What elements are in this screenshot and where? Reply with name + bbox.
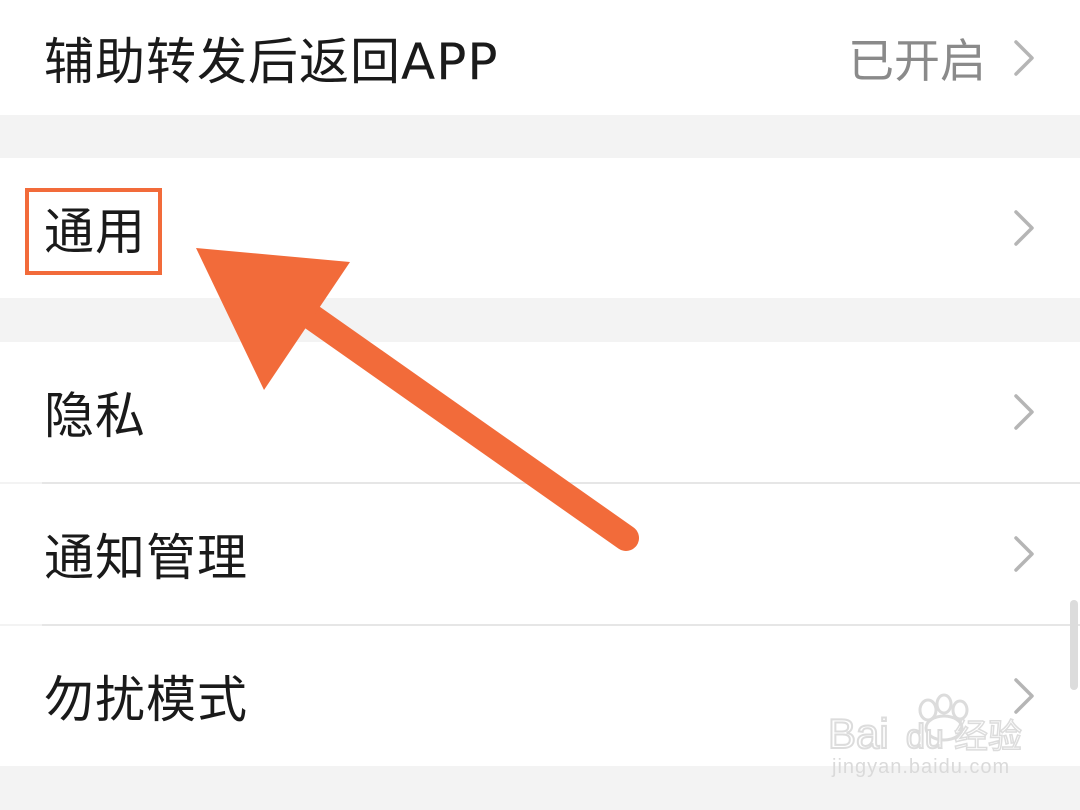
settings-row-privacy[interactable]: 隐私: [0, 342, 1080, 482]
chevron-right-icon: [1014, 394, 1034, 430]
row-label: 隐私: [44, 387, 146, 445]
baidu-jingyan-logo: Bai du 经验: [828, 693, 1023, 758]
annotation-highlight-box: [25, 188, 162, 275]
svg-text:Bai: Bai: [828, 710, 889, 757]
svg-text:经验: 经验: [954, 717, 1022, 757]
row-value-status: 已开启: [848, 33, 986, 88]
row-label: 辅助转发后返回APP: [44, 32, 499, 91]
row-label: 通知管理: [44, 529, 248, 587]
chevron-right-icon: [1014, 210, 1034, 246]
watermark-url: jingyan.baidu.com: [832, 756, 1011, 778]
chevron-right-icon: [1014, 39, 1034, 76]
settings-row-notifications[interactable]: 通知管理: [0, 484, 1080, 624]
baidu-watermark: Bai du 经验 jingyan.baidu.com: [828, 688, 1038, 788]
scrollbar[interactable]: [1070, 600, 1078, 690]
row-label: 勿扰模式: [44, 671, 248, 729]
svg-text:du: du: [906, 718, 944, 756]
settings-row-general[interactable]: 通用: [0, 158, 1080, 298]
chevron-right-icon: [1014, 536, 1034, 572]
settings-row-assist-forward[interactable]: 辅助转发后返回APP 已开启: [0, 0, 1080, 115]
